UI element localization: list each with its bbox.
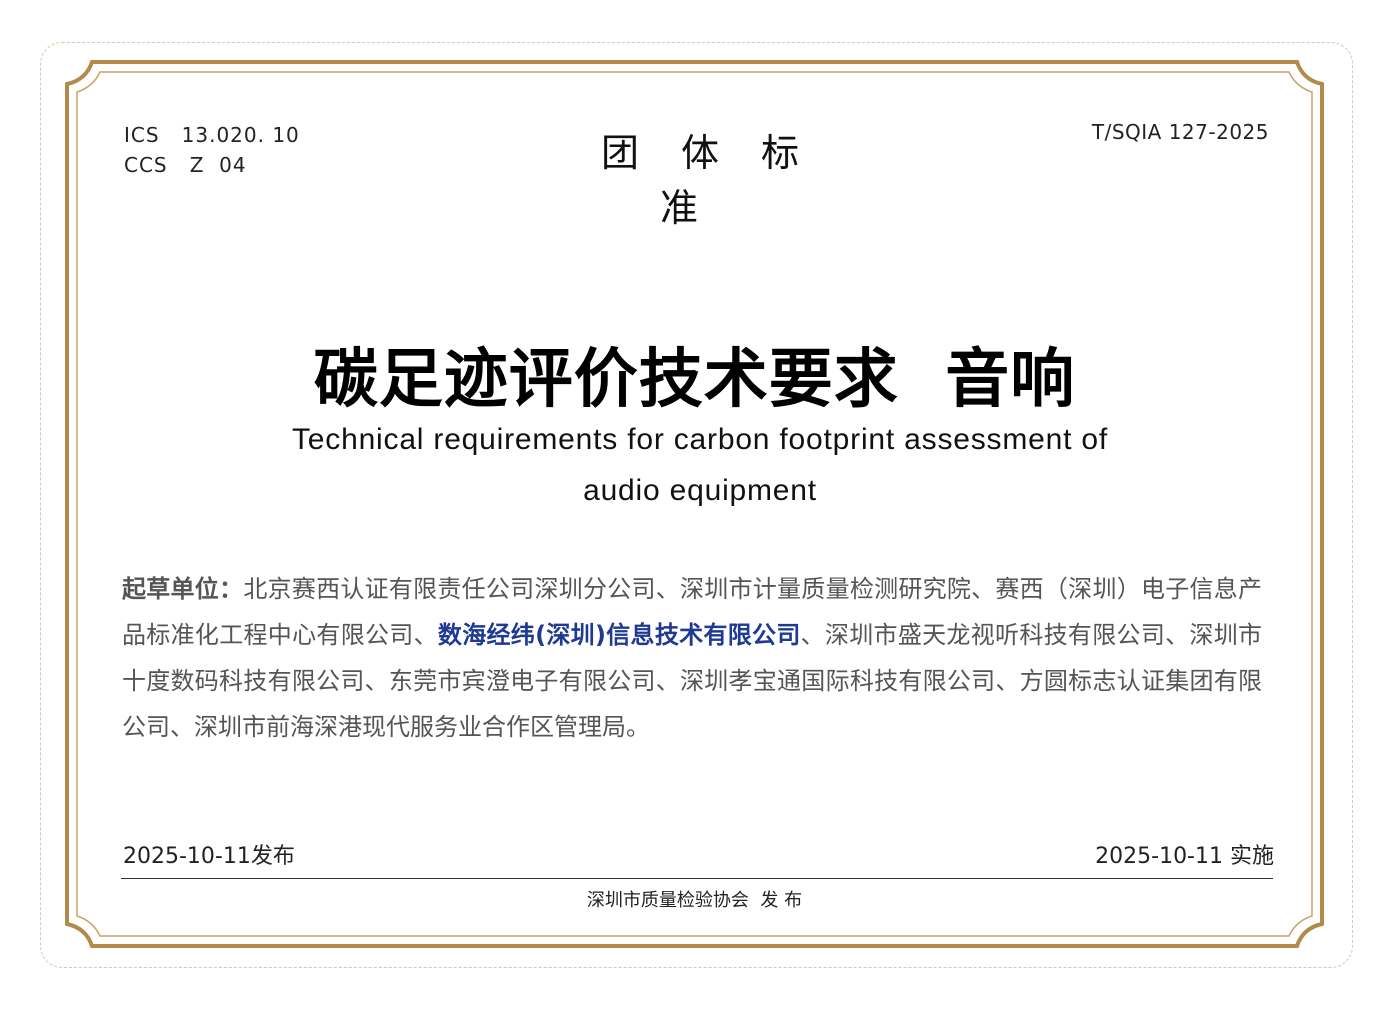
title-chinese: 碳足迹评价技术要求 音响 [313,343,1076,417]
footer-divider [121,878,1273,879]
drafters-label: 起草单位： [122,575,244,603]
ics-label: ICS [124,123,160,147]
ics-code: 13.020. 10 [181,123,300,147]
ccs-code: Z 04 [189,153,247,177]
standard-type: 团体标准 [600,131,841,230]
drafters-highlighted-company: 数海经纬(深圳)信息技术有限公司 [437,621,801,649]
drafting-units: 起草单位：北京赛西认证有限责任公司深圳分公司、深圳市计量质量检测研究院、赛西（深… [122,566,1262,750]
issuing-organization: 深圳市质量检验协会 发 布 [586,890,803,911]
publish-date: 2025-10-11发布 [123,844,295,869]
ccs-label: CCS [124,153,168,177]
standard-number: T/SQIA 127-2025 [1091,120,1269,144]
classification-codes: ICS 13.020. 10 CCS Z 04 [124,120,300,180]
title-english-line2: audio equipment [583,474,817,507]
implement-date: 2025-10-11 实施 [1095,844,1274,869]
title-english-line1: Technical requirements for carbon footpr… [292,423,1108,456]
title-english: Technical requirements for carbon footpr… [150,414,1250,516]
